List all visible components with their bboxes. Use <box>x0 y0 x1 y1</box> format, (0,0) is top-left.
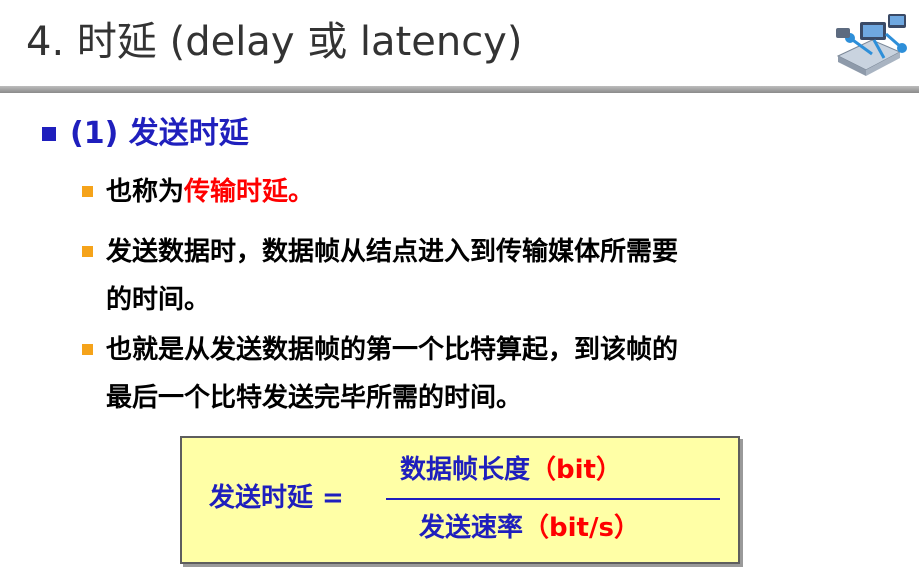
title-divider <box>0 86 919 93</box>
bullet-3-line-2: 最后一个比特发送完毕所需的时间。 <box>106 383 523 413</box>
section-heading-text: (1) 发送时延 <box>70 116 249 151</box>
bullet-square-icon <box>82 246 93 257</box>
bullet-1-highlight: 传输时延 <box>184 177 289 207</box>
bullet-square-icon <box>82 344 93 355</box>
bullet-1-suffix: 。 <box>288 177 315 207</box>
formula-numerator: 数据帧长度（bit） <box>400 450 622 490</box>
bullet-item-2: 发送数据时，数据帧从结点进入到传输媒体所需要 的时间。 <box>82 228 678 324</box>
section-bullet-icon <box>42 127 56 141</box>
formula-numerator-unit: （bit） <box>530 455 622 485</box>
bullet-3-line-1: 也就是从发送数据帧的第一个比特算起，到该帧的 <box>106 335 679 365</box>
bullet-item-1: 也称为传输时延。 <box>82 168 314 216</box>
formula-denominator: 发送速率（bit/s） <box>419 508 640 548</box>
formula-numerator-text: 数据帧长度 <box>400 455 531 485</box>
bullet-2-line-1: 发送数据时，数据帧从结点进入到传输媒体所需要 <box>106 237 679 267</box>
formula-denominator-unit: （bit/s） <box>523 513 640 543</box>
network-devices-icon <box>836 14 907 76</box>
formula-lhs: 发送时延 = <box>209 483 344 513</box>
formula-box: 发送时延 = 数据帧长度（bit） 发送速率（bit/s） <box>180 436 740 564</box>
section-heading: (1) 发送时延 <box>42 112 249 156</box>
slide-title: 4. 时延 (delay 或 latency) <box>26 19 523 65</box>
bullet-2-line-2: 的时间。 <box>106 285 211 315</box>
fraction-bar <box>386 498 720 500</box>
formula-denominator-text: 发送速率 <box>419 513 524 543</box>
bullet-item-3: 也就是从发送数据帧的第一个比特算起，到该帧的 最后一个比特发送完毕所需的时间。 <box>82 326 678 422</box>
bullet-1-prefix: 也称为 <box>106 177 185 207</box>
bullet-square-icon <box>82 186 93 197</box>
